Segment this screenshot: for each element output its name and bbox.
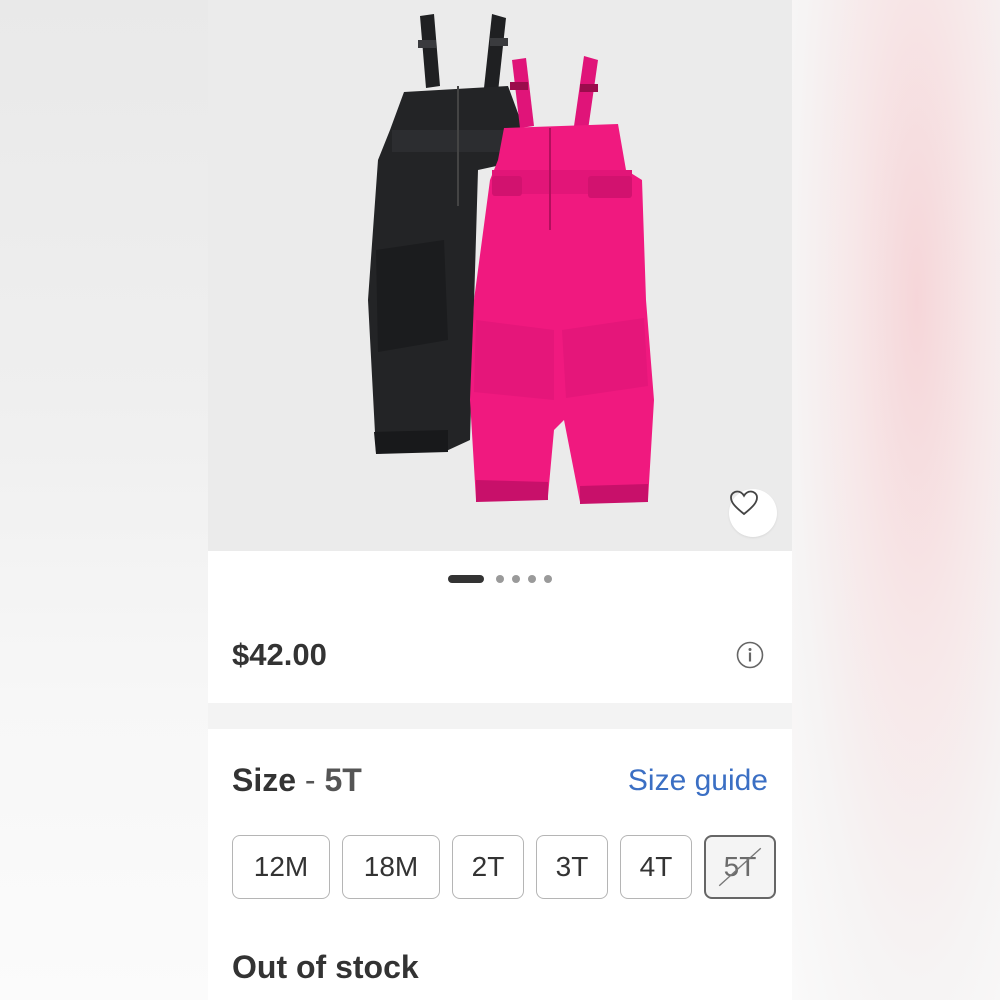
unavailable-slash-icon <box>718 847 762 887</box>
size-section: Size - 5T Size guide 12M 18M 2T 3T 4T 5T… <box>208 729 792 1000</box>
product-screen: $42.00 Size - 5T Size guide 12M 18M 2T 3… <box>208 0 792 1000</box>
product-image <box>368 14 654 504</box>
carousel-dot[interactable] <box>496 575 504 583</box>
size-option-2t[interactable]: 2T <box>452 835 524 899</box>
selected-size-value: 5T <box>324 762 362 798</box>
product-price: $42.00 <box>232 637 327 672</box>
heart-icon <box>730 490 758 516</box>
size-heading: Size - 5T <box>232 762 362 799</box>
product-image-carousel[interactable] <box>208 0 792 551</box>
carousel-dot-active[interactable] <box>448 575 484 583</box>
favorite-button[interactable] <box>729 489 777 537</box>
price-row: $42.00 <box>208 607 792 704</box>
size-guide-link[interactable]: Size guide <box>628 764 768 798</box>
info-icon <box>736 641 764 669</box>
carousel-dot[interactable] <box>512 575 520 583</box>
carousel-dot[interactable] <box>544 575 552 583</box>
carousel-pagination <box>208 551 792 608</box>
size-options: 12M 18M 2T 3T 4T 5T <box>232 835 776 899</box>
size-label: Size <box>232 762 297 798</box>
section-divider <box>208 703 792 730</box>
size-option-5t[interactable]: 5T <box>704 835 776 899</box>
stock-status: Out of stock <box>232 949 419 985</box>
size-option-18m[interactable]: 18M <box>342 835 440 899</box>
price-info-button[interactable] <box>736 641 764 669</box>
carousel-dot[interactable] <box>528 575 536 583</box>
size-option-3t[interactable]: 3T <box>536 835 608 899</box>
background-left <box>0 0 208 1000</box>
size-separator: - <box>304 762 316 798</box>
background-right <box>792 0 1000 1000</box>
size-option-12m[interactable]: 12M <box>232 835 330 899</box>
size-option-4t[interactable]: 4T <box>620 835 692 899</box>
